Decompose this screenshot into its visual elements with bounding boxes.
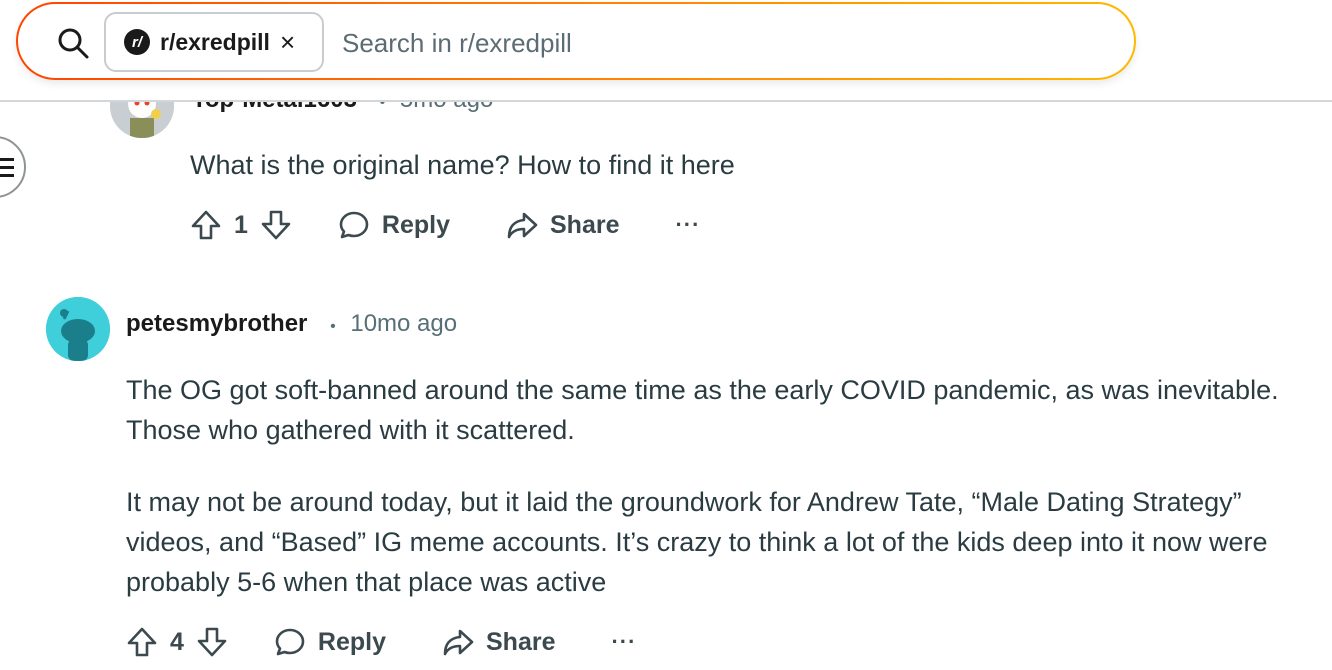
sidebar-toggle-button[interactable] — [0, 136, 26, 198]
downvote-icon[interactable] — [196, 626, 228, 658]
comment-paragraph: It may not be around today, but it laid … — [126, 487, 1268, 597]
upvote-icon[interactable] — [126, 626, 158, 658]
share-icon — [506, 209, 538, 241]
reply-label: Reply — [317, 627, 386, 656]
subreddit-name: r/exredpill — [160, 28, 270, 55]
more-options-button[interactable]: ··· — [611, 629, 636, 655]
vote-count: 4 — [170, 627, 184, 656]
search-input[interactable] — [340, 22, 1104, 64]
comment-meta: petesmybrother • 10mo ago — [126, 310, 457, 338]
share-button[interactable]: Share — [442, 626, 555, 658]
header: r/ r/exredpill × — [0, 0, 1332, 102]
more-options-button[interactable]: ··· — [675, 212, 700, 238]
meta-separator: • — [330, 318, 336, 335]
share-icon — [442, 626, 474, 658]
reply-button[interactable]: Reply — [338, 209, 450, 241]
comment-username[interactable]: petesmybrother — [126, 310, 307, 337]
upvote-icon[interactable] — [190, 209, 222, 241]
search-bar[interactable]: r/ r/exredpill × — [16, 2, 1136, 80]
comment-body: What is the original name? How to find i… — [190, 150, 735, 180]
page: Top-Metal1603 • 5mo ago What is the orig… — [0, 0, 1332, 670]
vote-count: 1 — [234, 210, 248, 239]
share-button[interactable]: Share — [506, 209, 619, 241]
vote-controls: 1 — [190, 209, 292, 241]
close-icon[interactable]: × — [280, 29, 295, 55]
downvote-icon[interactable] — [260, 209, 292, 241]
subreddit-logo-icon: r/ — [124, 29, 150, 55]
vote-controls: 4 — [126, 626, 228, 658]
comment-actions: 1 Reply Share ··· — [190, 209, 700, 241]
menu-icon — [0, 158, 14, 182]
share-label: Share — [486, 627, 556, 656]
share-label: Share — [550, 210, 620, 239]
comment-icon — [338, 209, 370, 241]
reply-button[interactable]: Reply — [274, 626, 386, 658]
comment-actions: 4 Reply Share ··· — [126, 626, 636, 658]
search-icon[interactable] — [56, 26, 90, 60]
subreddit-filter-chip[interactable]: r/ r/exredpill × — [104, 12, 324, 72]
reply-label: Reply — [381, 210, 450, 239]
user-avatar[interactable] — [46, 297, 110, 361]
comment-timestamp[interactable]: 10mo ago — [350, 310, 457, 337]
comment-paragraph: The OG got soft-banned around the same t… — [126, 375, 1279, 445]
comment-icon — [274, 626, 306, 658]
